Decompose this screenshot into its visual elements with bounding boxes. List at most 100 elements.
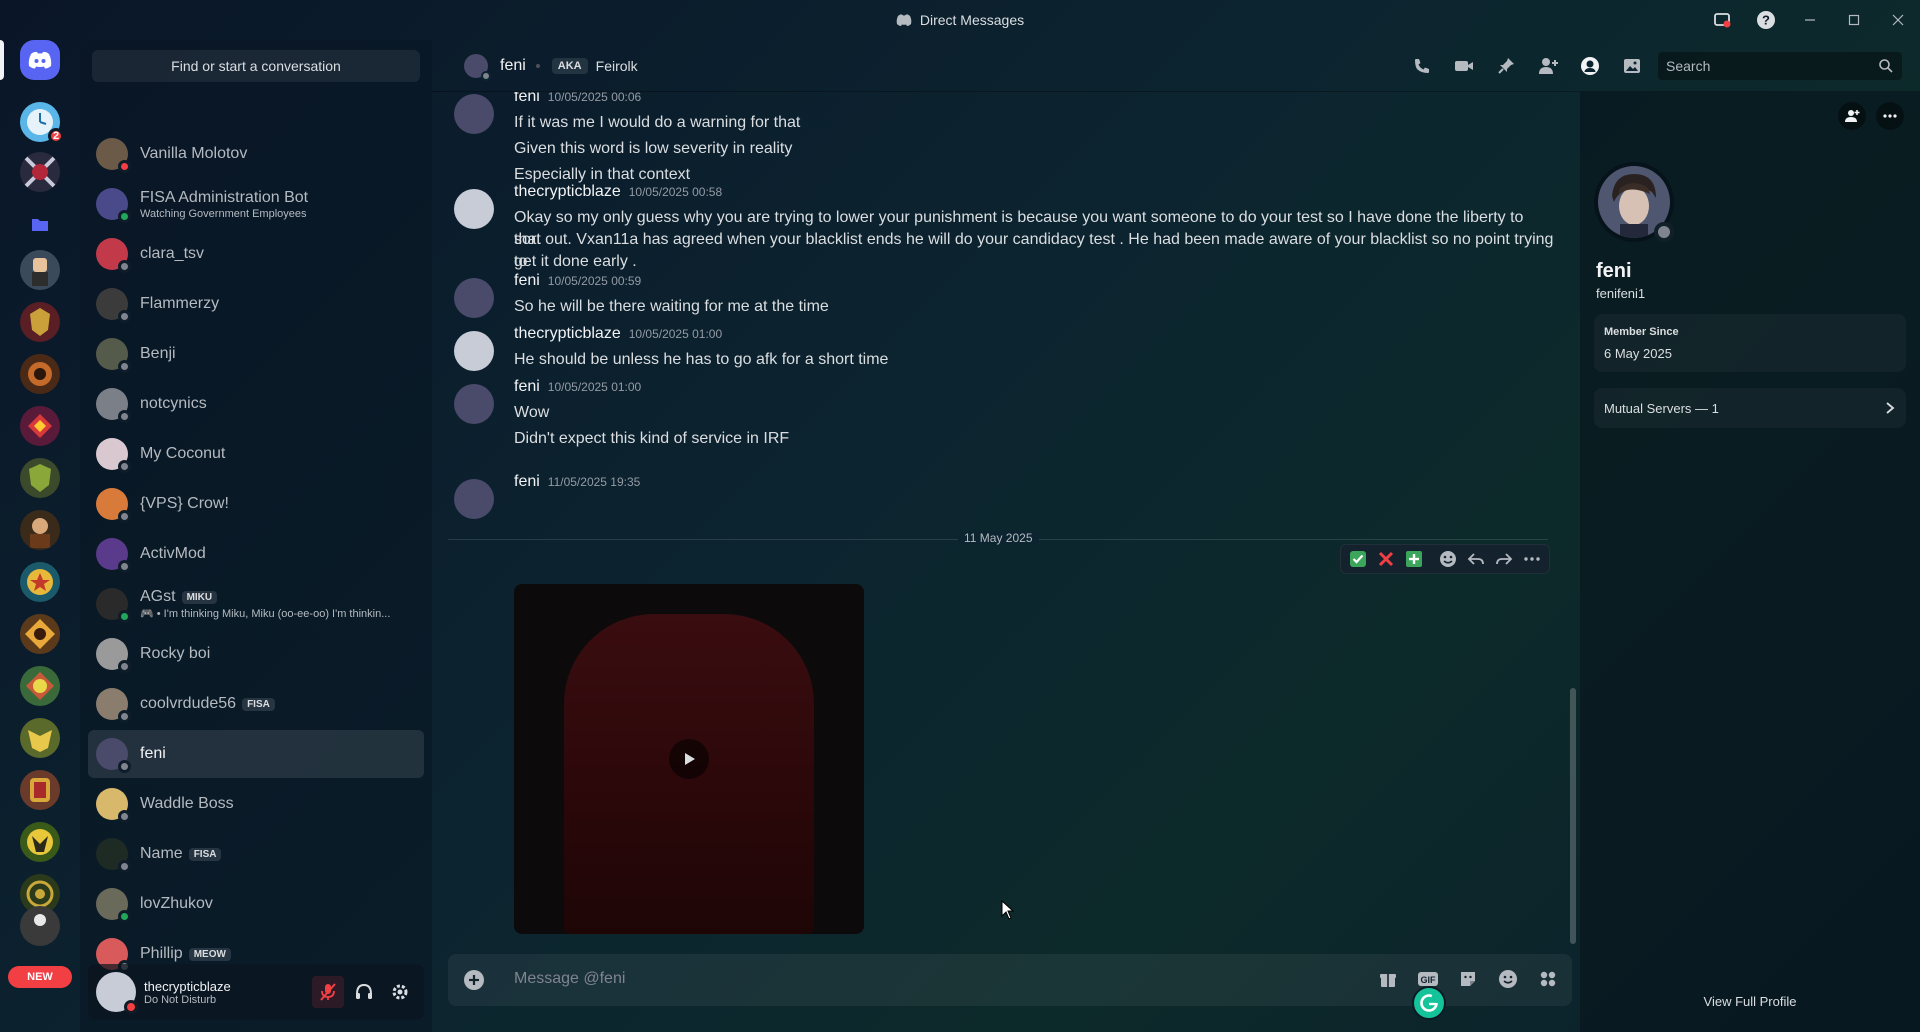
media-gallery-button[interactable]: [1620, 54, 1644, 78]
user-names[interactable]: thecrypticblaze Do Not Disturb: [144, 979, 231, 1006]
plus-reaction-button[interactable]: [1403, 548, 1425, 570]
add-reaction-button[interactable]: [1437, 548, 1459, 570]
dm-item[interactable]: Vanilla Molotov: [88, 130, 424, 178]
dm-item[interactable]: feni: [88, 730, 424, 778]
dm-item[interactable]: coolvrdude56 FISA: [88, 680, 424, 728]
minimize-button[interactable]: [1788, 0, 1832, 40]
message-author[interactable]: feni: [514, 378, 540, 396]
server-avatar-12[interactable]: [20, 718, 60, 758]
voice-call-button[interactable]: [1410, 54, 1434, 78]
dm-item-name: Name FISA: [140, 845, 222, 863]
avatar[interactable]: [454, 479, 494, 519]
grammarly-button[interactable]: [1412, 986, 1446, 1020]
pinned-messages-button[interactable]: [1494, 54, 1518, 78]
avatar[interactable]: [454, 331, 494, 371]
scrollbar-thumb[interactable]: [1570, 688, 1576, 944]
server-avatar-8[interactable]: [20, 510, 60, 550]
dm-item[interactable]: My Coconut: [88, 430, 424, 478]
find-conversation-button[interactable]: Find or start a conversation: [92, 50, 420, 82]
message-author[interactable]: feni: [514, 473, 540, 491]
dm-item-name: clara_tsv: [140, 245, 204, 263]
avatar[interactable]: [454, 384, 494, 424]
header-name[interactable]: feni: [500, 57, 526, 75]
character-avatar-icon: [32, 258, 48, 286]
play-button[interactable]: [669, 739, 709, 779]
avatar[interactable]: [454, 94, 494, 134]
server-avatar-6[interactable]: [20, 406, 60, 446]
dm-item-text: feni: [140, 745, 166, 763]
avatar[interactable]: [96, 972, 138, 1014]
inbox-icon[interactable]: [1700, 0, 1744, 40]
reply-button[interactable]: [1465, 548, 1487, 570]
server-avatar-5[interactable]: [20, 354, 60, 394]
help-icon[interactable]: ?: [1744, 0, 1788, 40]
header-search-placeholder: Search: [1666, 58, 1711, 74]
dm-item[interactable]: {VPS} Crow!: [88, 480, 424, 528]
video-call-button[interactable]: [1452, 54, 1476, 78]
header-avatar[interactable]: [464, 53, 491, 81]
offline-status-icon: [118, 260, 131, 273]
emoji-button[interactable]: [1496, 967, 1520, 991]
avatar[interactable]: [454, 278, 494, 318]
apps-button[interactable]: [1536, 967, 1560, 991]
settings-button[interactable]: [384, 976, 416, 1008]
avatar[interactable]: [454, 189, 494, 229]
server-avatar-2[interactable]: [20, 152, 60, 192]
server-avatar-7[interactable]: [20, 458, 60, 498]
dm-item[interactable]: Name FISA: [88, 830, 424, 878]
server-avatar-16[interactable]: [20, 906, 60, 946]
check-reaction-button[interactable]: [1347, 548, 1369, 570]
avatar: [96, 888, 131, 923]
server-avatar-9[interactable]: [20, 562, 60, 602]
server-avatar-4[interactable]: [20, 302, 60, 342]
mutual-servers-row[interactable]: Mutual Servers — 1: [1594, 388, 1906, 428]
message-author[interactable]: thecrypticblaze: [514, 325, 621, 343]
header-search-input[interactable]: Search: [1658, 52, 1902, 80]
view-full-profile-link[interactable]: View Full Profile: [1580, 994, 1920, 1009]
dm-item[interactable]: Waddle Boss: [88, 780, 424, 828]
close-button[interactable]: [1876, 0, 1920, 40]
mute-button[interactable]: [312, 976, 344, 1008]
dm-item[interactable]: ActivMod: [88, 530, 424, 578]
message-author[interactable]: feni: [514, 272, 540, 290]
forward-button[interactable]: [1493, 548, 1515, 570]
dm-item-text: ActivMod: [140, 545, 206, 563]
message-input[interactable]: Message @feni: [514, 970, 625, 988]
server-avatar-10[interactable]: [20, 614, 60, 654]
avatar: [96, 388, 131, 423]
dm-item[interactable]: FISA Administration Bot Watching Governme…: [88, 180, 424, 228]
video-attachment[interactable]: [514, 584, 864, 934]
dm-item[interactable]: lovZhukov: [88, 880, 424, 928]
dm-item[interactable]: Benji: [88, 330, 424, 378]
deafen-button[interactable]: [348, 976, 380, 1008]
maximize-button[interactable]: [1832, 0, 1876, 40]
add-friend-button[interactable]: [1838, 102, 1866, 130]
server-folder[interactable]: [20, 204, 60, 244]
sticker-button[interactable]: [1456, 967, 1480, 991]
cross-reaction-button[interactable]: [1375, 548, 1397, 570]
dm-item[interactable]: notcynics: [88, 380, 424, 428]
upload-button[interactable]: [462, 968, 486, 992]
profile-more-button[interactable]: [1876, 102, 1904, 130]
message-author[interactable]: thecrypticblaze: [514, 183, 621, 201]
avatar: [96, 138, 131, 173]
dm-item[interactable]: AGst MIKU 🎮 • I'm thinking Miku, Miku (oo-…: [88, 580, 424, 628]
server-avatar-14[interactable]: [20, 822, 60, 862]
message-header: feni 10/05/2025 01:00: [514, 378, 641, 396]
dm-item[interactable]: Flammerzy: [88, 280, 424, 328]
message-author[interactable]: feni: [514, 92, 540, 106]
dm-item[interactable]: clara_tsv: [88, 230, 424, 278]
more-options-button[interactable]: [1521, 548, 1543, 570]
add-friends-to-dm-button[interactable]: [1536, 54, 1560, 78]
server-avatar-11[interactable]: [20, 666, 60, 706]
dm-item-label: Waddle Boss: [140, 795, 234, 812]
dm-item[interactable]: Rocky boi: [88, 630, 424, 678]
gift-button[interactable]: [1376, 967, 1400, 991]
message-timestamp: 10/05/2025 00:58: [628, 185, 723, 199]
server-avatar-3[interactable]: [20, 250, 60, 290]
eagle-crest-icon: [28, 730, 52, 752]
user-profile-toggle[interactable]: [1578, 54, 1602, 78]
server-avatar-13[interactable]: [20, 770, 60, 810]
star-badge-icon: [27, 569, 53, 595]
home-button[interactable]: [20, 40, 60, 80]
